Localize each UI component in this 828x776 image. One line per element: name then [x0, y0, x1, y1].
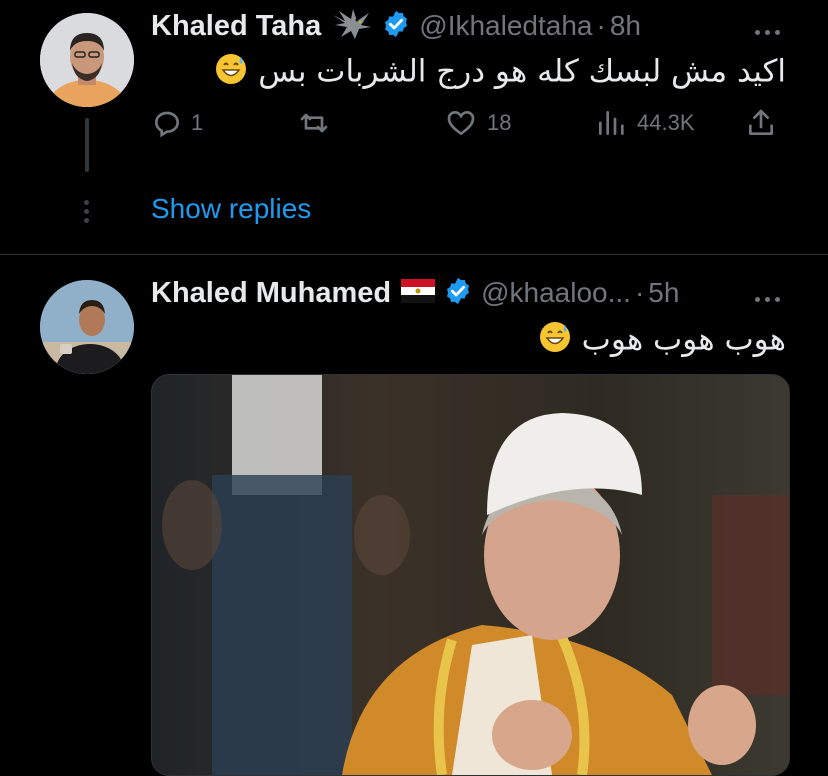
grinning-sweat-emoji [538, 320, 572, 362]
tweet-header: Khaled Muhamed @khaaloo... · 5h [151, 273, 679, 313]
tweet-text-content: هوب هوب هوب [581, 321, 786, 358]
verified-badge-icon [443, 276, 473, 311]
tweet-media-image[interactable] [151, 374, 790, 776]
egypt-flag-icon [401, 278, 436, 308]
avatar[interactable] [40, 280, 134, 374]
timestamp[interactable]: 5h [648, 277, 679, 309]
display-name[interactable]: Khaled Muhamed [151, 277, 391, 310]
tweet-text: هوب هوب هوب [538, 320, 786, 362]
separator: · [634, 277, 645, 308]
photo-man-praying [152, 375, 789, 775]
more-options-icon[interactable] [755, 289, 789, 302]
handle[interactable]: @khaaloo... [481, 277, 631, 309]
tweet-2[interactable]: Khaled Muhamed @khaaloo... · 5h هوب هوب … [0, 0, 828, 776]
